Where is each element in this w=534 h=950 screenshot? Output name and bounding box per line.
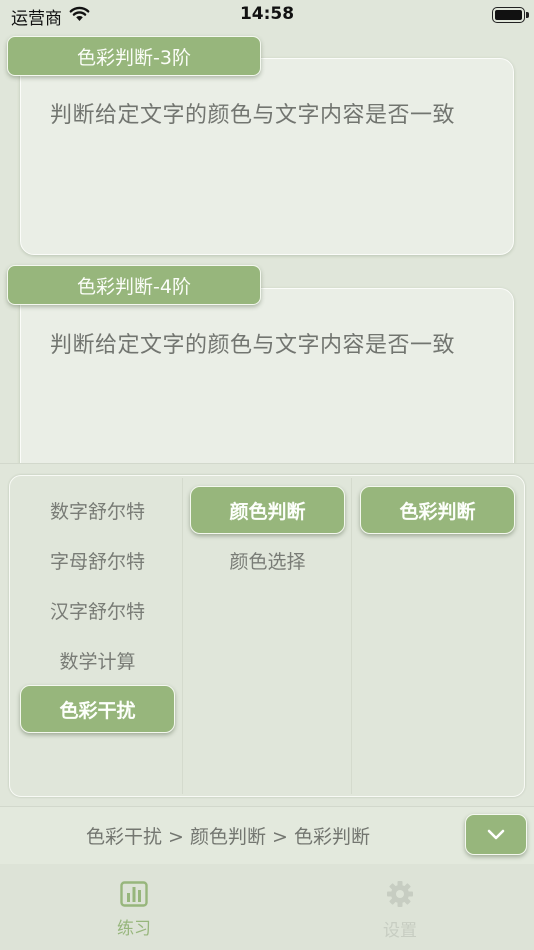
gear-icon [387, 881, 413, 907]
status-bar: 运营商 14:58 [0, 0, 534, 30]
category-item[interactable]: 数学计算 [20, 647, 175, 674]
exercise-card[interactable]: 判断给定文字的颜色与文字内容是否一致 [20, 58, 514, 255]
exercise-description: 判断给定文字的颜色与文字内容是否一致 [50, 333, 456, 358]
mode-item-selected[interactable]: 色彩判断 [360, 486, 515, 534]
column-divider [351, 478, 352, 794]
column-divider [182, 478, 183, 794]
tab-settings-label: 设置 [383, 921, 417, 941]
status-time: 14:58 [239, 4, 295, 24]
exercise-card[interactable]: 判断给定文字的颜色与文字内容是否一致 [20, 288, 514, 485]
subcategory-item[interactable]: 颜色选择 [190, 547, 345, 574]
tab-practice[interactable]: 练习 [94, 864, 174, 950]
subcategory-item-selected[interactable]: 颜色判断 [190, 486, 345, 534]
exercise-description: 判断给定文字的颜色与文字内容是否一致 [50, 103, 456, 128]
category-item[interactable]: 字母舒尔特 [20, 547, 175, 574]
category-item[interactable]: 数字舒尔特 [20, 497, 175, 524]
category-item-selected[interactable]: 色彩干扰 [20, 685, 175, 733]
category-item[interactable]: 汉字舒尔特 [20, 597, 175, 624]
tab-settings[interactable]: 设置 [360, 864, 440, 950]
tab-bar: 练习 设置 [0, 864, 534, 950]
collapse-picker-button[interactable] [465, 814, 527, 855]
exercise-tag: 色彩判断-3阶 [7, 36, 261, 76]
battery-icon [492, 7, 525, 23]
breadcrumb: 色彩干扰 > 颜色判断 > 色彩判断 [86, 826, 370, 848]
bar-chart-icon [120, 881, 148, 907]
tab-practice-label: 练习 [117, 919, 151, 939]
chevron-down-icon [487, 829, 505, 839]
battery-cap [526, 12, 529, 18]
exercise-tag: 色彩判断-4阶 [7, 265, 261, 305]
